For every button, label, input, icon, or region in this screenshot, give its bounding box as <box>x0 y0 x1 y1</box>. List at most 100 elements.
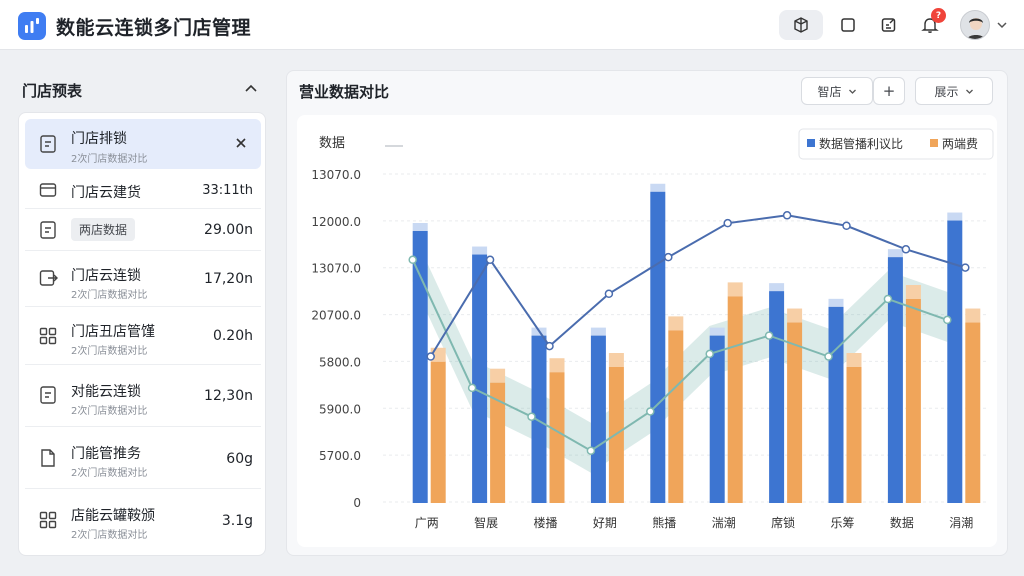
chevron-down-icon <box>848 89 856 94</box>
store-subtitle: 2次门店数据对比 <box>71 406 148 417</box>
store-subtitle: 2次门店数据对比 <box>71 290 148 301</box>
avatar-image <box>966 18 986 39</box>
trend-point <box>545 341 554 351</box>
trend-point <box>426 352 435 361</box>
box-icon-button[interactable] <box>779 10 823 40</box>
store-value: 29.00n <box>204 222 253 238</box>
store-tag: 两店数据 <box>71 218 136 241</box>
store-value: 3.1g <box>221 513 253 529</box>
window-icon-button[interactable] <box>832 10 864 40</box>
document-icon <box>40 386 56 404</box>
bar-series-1 <box>412 231 428 503</box>
grid-icon <box>39 511 57 529</box>
bar-cap <box>905 285 921 299</box>
x-tick-label: 智展 <box>474 515 498 530</box>
teal-point <box>467 383 477 393</box>
notification-badge: ? <box>931 8 946 23</box>
x-tick-label: 涓潮 <box>949 515 973 530</box>
bar-series-2 <box>965 322 981 503</box>
export-icon <box>39 270 58 286</box>
legend-swatch <box>807 139 815 147</box>
store-item[interactable]: 对能云连锁 2次门店数据对比 12,30n <box>25 365 261 427</box>
store-item[interactable]: 门店云建货 33:11th <box>25 171 261 209</box>
store-name: 门店排锁 <box>71 131 127 147</box>
add-button-label: + <box>882 82 896 100</box>
store-item[interactable]: 门能管推务 2次门店数据对比 60g <box>25 427 261 489</box>
y-tick-label: 5700.0 <box>319 449 361 463</box>
store-select[interactable]: 智店 <box>801 77 873 105</box>
store-item[interactable]: 门店丑店管馑 2次门店数据对比 0.20h <box>25 307 261 365</box>
legend-label: 数据管播利议比 <box>819 136 903 151</box>
bar-series-1 <box>709 335 725 503</box>
store-list-panel: 门店预表 门店排锁 2次门店数据对比 门店云建货 33:11th 两店数据 29… <box>18 70 266 556</box>
store-item[interactable]: 门店排锁 2次门店数据对比 <box>25 119 261 169</box>
teal-point <box>408 255 417 265</box>
bar-cap <box>549 358 565 373</box>
y-tick-label: 13070.0 <box>311 168 361 182</box>
store-subtitle: 2次门店数据对比 <box>71 468 148 479</box>
bar-series-1 <box>828 306 844 503</box>
x-tick-label: 熊播 <box>652 515 676 530</box>
bar-cap <box>650 183 666 192</box>
store-list: 门店排锁 2次门店数据对比 门店云建货 33:11th 两店数据 29.00n <box>18 112 266 556</box>
x-tick-label: 湍潮 <box>712 515 736 530</box>
store-subtitle: 2次门店数据对比 <box>71 346 148 357</box>
add-button[interactable]: + <box>873 77 905 105</box>
bar-cap <box>412 223 428 231</box>
bar-cap <box>608 353 624 367</box>
trend-point <box>604 289 614 299</box>
bar-series-2 <box>430 361 446 503</box>
store-value: 0.20h <box>212 328 253 344</box>
trend-point <box>901 245 911 254</box>
bar-cap <box>887 249 903 258</box>
user-avatar[interactable] <box>960 10 990 40</box>
store-value: 17,20n <box>204 271 253 287</box>
square-icon <box>841 18 855 32</box>
y-tick-label: 0 <box>353 496 361 510</box>
bar-series-2 <box>549 372 565 503</box>
display-select[interactable]: 展示 <box>915 77 993 105</box>
bar-cap <box>709 327 725 336</box>
teal-point <box>646 407 655 416</box>
store-name: 门店云建货 <box>71 185 141 201</box>
store-list-title: 门店预表 <box>22 82 83 100</box>
store-name: 门店云连锁 <box>71 268 141 284</box>
store-item[interactable]: 店能云罐鞍颁 2次门店数据对比 3.1g <box>25 489 261 549</box>
store-item[interactable]: 两店数据 29.00n <box>25 209 261 251</box>
chevron-down-icon[interactable] <box>996 19 1008 31</box>
y-axis-label: 数据 <box>319 136 345 151</box>
edit-icon-button[interactable] <box>873 10 905 40</box>
teal-point <box>943 315 952 325</box>
trend-point <box>961 263 970 272</box>
store-name: 对能云连锁 <box>71 384 141 400</box>
y-tick-label: 5900.0 <box>319 402 361 416</box>
bar-series-1 <box>769 291 785 503</box>
teal-point <box>883 294 893 304</box>
display-select-label: 展示 <box>934 84 959 99</box>
close-icon[interactable] <box>235 137 247 149</box>
bar-cap <box>965 308 981 323</box>
grid-icon <box>39 327 57 345</box>
bar-cap <box>668 316 684 331</box>
x-tick-label: 楼播 <box>533 515 557 530</box>
bar-cap <box>472 246 488 255</box>
document-icon <box>40 135 56 153</box>
bar-series-2 <box>846 367 862 503</box>
chevron-up-icon[interactable] <box>244 82 258 96</box>
x-tick-label: 席锁 <box>771 515 795 530</box>
teal-point <box>527 412 536 421</box>
store-item[interactable]: 门店云连锁 2次门店数据对比 17,20n <box>25 251 261 307</box>
bar-cap <box>846 353 862 367</box>
bar-cap <box>590 327 606 336</box>
store-value: 60g <box>226 451 253 467</box>
bar-series-1 <box>650 191 666 503</box>
bar-series-1 <box>887 257 903 503</box>
bar-series-1 <box>590 335 606 503</box>
bar-series-1 <box>472 254 488 503</box>
comparison-chart: 数据 13070.0 12000.0 13070.0 20700.0 5800.0 5900… <box>297 115 997 547</box>
store-value: 33:11th <box>202 183 253 198</box>
file-icon <box>41 449 55 467</box>
bar-cap <box>828 298 844 307</box>
teal-point <box>586 446 596 455</box>
y-tick-label: 12000.0 <box>311 215 361 229</box>
